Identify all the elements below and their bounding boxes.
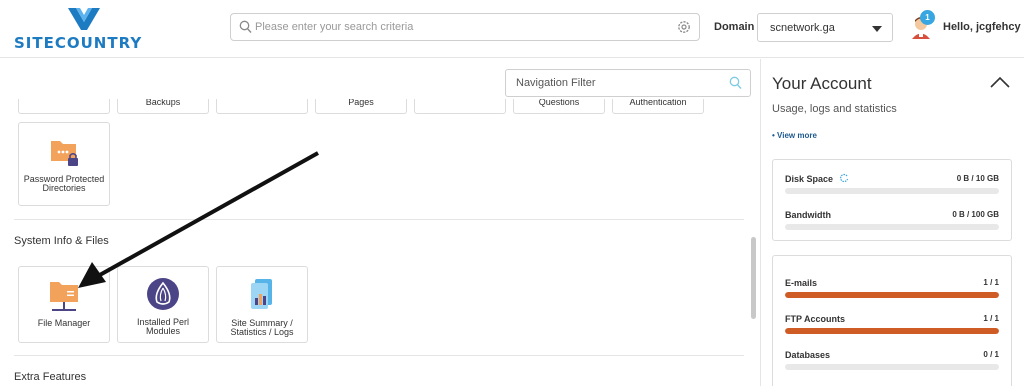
tile-password-protected-directories[interactable]: Password Protected Directories bbox=[18, 122, 110, 206]
progress-bar bbox=[785, 292, 999, 298]
section-title-system-info: System Info & Files bbox=[14, 235, 109, 247]
view-more-link[interactable]: • View more bbox=[772, 131, 817, 140]
notification-badge[interactable]: 1 bbox=[920, 10, 935, 25]
refresh-icon[interactable] bbox=[839, 173, 849, 183]
tile-installed-perl-modules[interactable]: Installed Perl Modules bbox=[117, 266, 209, 343]
stat-label: FTP Accounts bbox=[785, 314, 846, 324]
tile-label: Installed Perl Modules bbox=[136, 317, 190, 336]
tile-label: Site Summary / Statistics / Logs bbox=[230, 318, 294, 337]
tile-stub[interactable] bbox=[216, 99, 308, 114]
stat-label: Disk Space bbox=[785, 174, 834, 184]
tile-file-manager[interactable]: File Manager bbox=[18, 266, 110, 343]
logo-text: SITECOUNTRY bbox=[14, 34, 143, 52]
domain-select-value: scnetwork.ga bbox=[770, 22, 835, 34]
stat-value: 1 / 1 bbox=[983, 314, 999, 323]
navigation-filter-input[interactable] bbox=[516, 74, 716, 92]
folder-lock-icon bbox=[51, 141, 78, 166]
section-title-extra-features: Extra Features bbox=[14, 371, 87, 383]
chevron-down-icon bbox=[872, 26, 882, 32]
gear-icon[interactable] bbox=[677, 20, 691, 34]
navigation-filter[interactable] bbox=[505, 69, 751, 97]
section-divider bbox=[14, 219, 744, 220]
domain-label: Domain bbox=[714, 21, 755, 33]
filter-search-icon bbox=[729, 76, 742, 89]
tile-label: Password Protected Directories bbox=[23, 174, 105, 193]
tile-label: File Manager bbox=[37, 318, 91, 328]
stat-label: Databases bbox=[785, 350, 831, 360]
stat-value: 1 / 1 bbox=[983, 278, 999, 287]
search-icon bbox=[239, 20, 252, 33]
progress-bar bbox=[785, 224, 999, 230]
file-manager-icon bbox=[50, 282, 78, 311]
global-search[interactable] bbox=[230, 13, 700, 41]
user-greeting-menu[interactable]: Hello, jcgfehcy bbox=[943, 21, 1021, 33]
tile-stub[interactable] bbox=[414, 99, 506, 114]
sitecountry-logo[interactable]: SITECOUNTRY bbox=[14, 6, 159, 52]
progress-bar bbox=[785, 188, 999, 194]
account-subtitle: Usage, logs and statistics bbox=[772, 103, 897, 115]
progress-bar bbox=[785, 328, 999, 334]
tile-stub-questions[interactable]: Questions bbox=[513, 99, 605, 114]
top-header: SITECOUNTRY Domain scnetwork.ga 1 Hello,… bbox=[0, 0, 1024, 58]
usage-card: Disk Space 0 B / 10 GB Bandwidth 0 B / 1… bbox=[772, 159, 1012, 241]
logo-mark-icon bbox=[68, 8, 100, 30]
account-title: Your Account bbox=[772, 74, 872, 93]
stat-label: E-mails bbox=[785, 278, 818, 288]
main-content: Backups Pages Questions Authentication P… bbox=[0, 59, 760, 386]
limits-card: E-mails 1 / 1 FTP Accounts 1 / 1 Databas… bbox=[772, 255, 1012, 386]
stat-value: 0 / 1 bbox=[983, 350, 999, 359]
stat-value: 0 B / 10 GB bbox=[956, 174, 999, 183]
perl-onion-icon bbox=[147, 278, 179, 310]
progress-bar bbox=[785, 364, 999, 370]
tile-stub-pages[interactable]: Pages bbox=[315, 99, 407, 114]
stat-value: 0 B / 100 GB bbox=[952, 210, 999, 219]
tile-stub-authentication[interactable]: Authentication bbox=[612, 99, 704, 114]
stat-label: Bandwidth bbox=[785, 210, 831, 220]
scrollbar-thumb[interactable] bbox=[751, 237, 756, 319]
tile-stub-backups[interactable]: Backups bbox=[117, 99, 209, 114]
progress-fill bbox=[785, 328, 999, 334]
chevron-up-icon[interactable] bbox=[989, 75, 1011, 89]
domain-select[interactable]: scnetwork.ga bbox=[757, 13, 893, 42]
progress-fill bbox=[785, 292, 999, 298]
site-summary-icon bbox=[251, 279, 272, 309]
tile-stub[interactable] bbox=[18, 99, 110, 114]
tile-site-summary[interactable]: Site Summary / Statistics / Logs bbox=[216, 266, 308, 343]
search-input[interactable] bbox=[255, 17, 675, 37]
section-divider bbox=[14, 355, 744, 356]
account-panel: Your Account Usage, logs and statistics … bbox=[760, 59, 1024, 386]
